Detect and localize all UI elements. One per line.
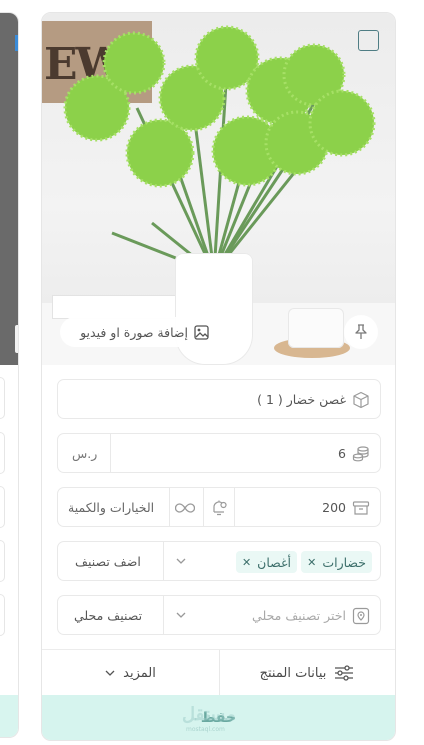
remove-category-icon[interactable]: ✕ bbox=[307, 556, 316, 569]
product-card: EWS إضافة صورة او فيديو غصن خضار (1) 6… bbox=[41, 12, 396, 741]
quantity-separator bbox=[234, 488, 235, 526]
price-field[interactable]: 6 ر.س bbox=[57, 433, 381, 473]
bell-alert-icon[interactable] bbox=[210, 499, 228, 517]
category-chip-label: خضارات bbox=[322, 554, 366, 570]
chevron-down-icon[interactable] bbox=[176, 611, 186, 619]
previous-card-media-button-edge bbox=[15, 325, 18, 353]
product-data-button[interactable]: بيانات المنتج bbox=[219, 650, 395, 696]
previous-card-field bbox=[0, 377, 5, 419]
box-icon bbox=[353, 391, 369, 409]
sliders-icon bbox=[335, 665, 354, 681]
archive-icon bbox=[352, 501, 370, 515]
previous-card-checkbox-edge bbox=[15, 35, 18, 51]
bell-separator bbox=[203, 488, 204, 526]
options-quantity-button[interactable]: الخيارات والكمية bbox=[68, 500, 154, 515]
category-separator bbox=[163, 542, 164, 580]
infinity-separator bbox=[169, 488, 170, 526]
quantity-value: 200 bbox=[322, 500, 346, 515]
vase bbox=[175, 253, 253, 365]
chevron-down-icon bbox=[105, 670, 115, 676]
more-label: المزيد bbox=[123, 665, 156, 681]
price-currency-separator bbox=[110, 434, 111, 472]
previous-card-field bbox=[0, 540, 5, 582]
previous-card-field bbox=[0, 432, 5, 474]
category-chip-label: أغصان bbox=[257, 554, 291, 570]
bottom-bar-separator bbox=[219, 650, 220, 696]
currency-label: ر.س bbox=[72, 446, 98, 461]
previous-card-image bbox=[0, 13, 18, 365]
category-chip: أغصان ✕ bbox=[235, 551, 297, 573]
pin-icon bbox=[355, 324, 367, 339]
previous-card-save-bar bbox=[0, 695, 18, 737]
product-image: EWS إضافة صورة او فيديو bbox=[42, 13, 395, 365]
quantity-field[interactable]: 200 الخيارات والكمية bbox=[57, 487, 381, 527]
remove-category-icon[interactable]: ✕ bbox=[242, 556, 251, 569]
categories-field[interactable]: خضارات ✕ أغصان ✕ اضف تصنيف bbox=[57, 541, 381, 581]
coins-icon bbox=[352, 446, 369, 462]
add-media-label: إضافة صورة او فيديو bbox=[80, 324, 188, 340]
pin-button[interactable] bbox=[344, 315, 378, 349]
bottom-actions-bar: بيانات المنتج المزيد bbox=[42, 649, 395, 696]
infinity-icon[interactable] bbox=[175, 500, 195, 516]
watermark-text: مستقل bbox=[182, 704, 236, 724]
add-media-button[interactable]: إضافة صورة او فيديو bbox=[60, 317, 221, 347]
local-category-separator bbox=[163, 596, 164, 634]
previous-card-field bbox=[0, 594, 5, 636]
product-data-label: بيانات المنتج bbox=[259, 665, 327, 681]
select-checkbox[interactable] bbox=[358, 30, 379, 51]
white-candle bbox=[288, 308, 344, 348]
product-name-field[interactable]: غصن خضار ( 1 ) bbox=[57, 379, 381, 419]
price-value: 6 bbox=[338, 446, 346, 461]
chevron-down-icon[interactable] bbox=[176, 557, 186, 565]
previous-card-field bbox=[0, 486, 5, 528]
previous-product-card bbox=[0, 12, 19, 738]
more-button[interactable]: المزيد bbox=[42, 650, 219, 696]
category-chip: خضارات ✕ bbox=[301, 551, 372, 573]
local-category-label[interactable]: تصنيف محلي bbox=[74, 608, 142, 623]
product-name-value: غصن خضار ( 1 ) bbox=[257, 392, 346, 407]
local-category-placeholder: اختر تصنيف محلي bbox=[252, 608, 346, 623]
watermark-subtext: mostaql.com bbox=[186, 726, 225, 733]
location-box-icon bbox=[352, 607, 370, 625]
add-category-button[interactable]: اضف تصنيف bbox=[75, 554, 141, 569]
local-category-field[interactable]: اختر تصنيف محلي تصنيف محلي bbox=[57, 595, 381, 635]
image-icon bbox=[194, 324, 209, 340]
